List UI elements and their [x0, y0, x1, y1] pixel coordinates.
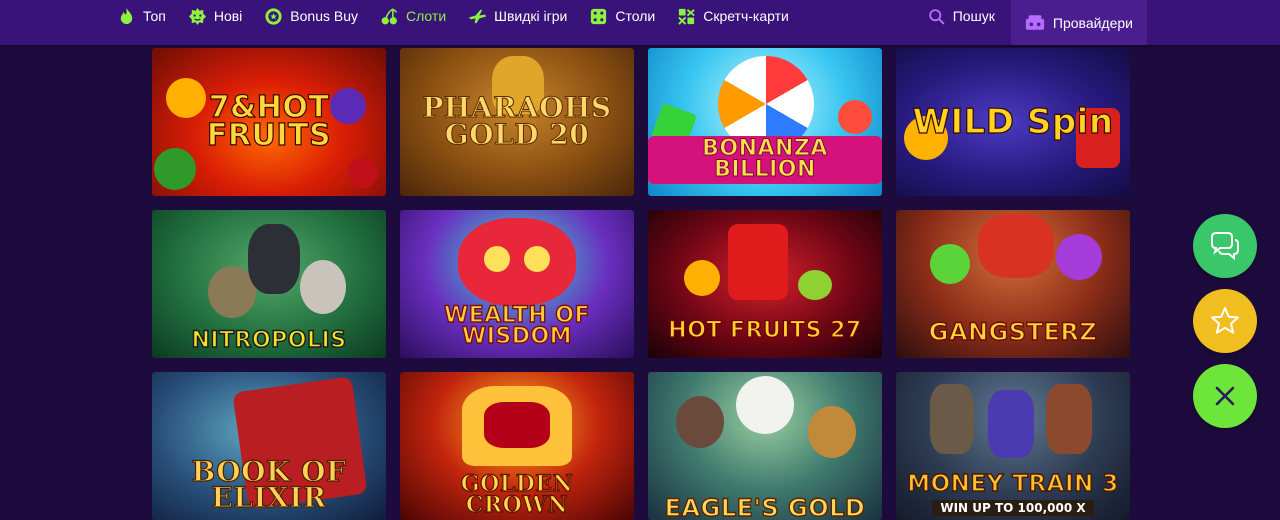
chat-button[interactable]: [1193, 214, 1257, 278]
providers-label: Провайдери: [1052, 14, 1133, 31]
nav-item-scratch-cards[interactable]: Скретч-карти: [677, 7, 789, 26]
search-label: Пошук: [952, 8, 995, 24]
nav-right-group: Пошук Провайдери: [928, 0, 1280, 45]
nav-item-label: Скретч-карти: [703, 8, 789, 24]
nav-item-fast-games[interactable]: Швидкі ігри: [468, 7, 567, 26]
nav-item-label: Нові: [213, 8, 243, 24]
new-badge-icon: [188, 7, 206, 25]
close-icon: [1215, 386, 1235, 406]
category-menu: Топ Нові Bonus Buy Слоти Швидкі ігри Сто…: [117, 0, 811, 32]
cherries-icon: [381, 7, 398, 24]
search-button[interactable]: Пошук: [928, 0, 1011, 32]
dice-icon: [591, 8, 607, 24]
nav-item-label: Топ: [143, 8, 166, 24]
game-title: 7&HOT FRUITS: [206, 89, 332, 153]
game-title: MONEY TRAIN 3: [907, 471, 1119, 498]
nav-item-label: Bonus Buy: [290, 8, 358, 24]
star-icon: [1211, 307, 1239, 334]
nav-item-new[interactable]: Нові: [188, 7, 242, 26]
nav-item-top[interactable]: Топ: [117, 7, 166, 26]
game-tile-wild-spin[interactable]: WILD Spin: [896, 48, 1130, 196]
game-tile-eagles-gold[interactable]: EAGLE'S GOLD: [648, 372, 882, 520]
scratch-card-icon: [678, 8, 695, 25]
game-tile-money-train-3[interactable]: MONEY TRAIN 3 WIN UP TO 100,000 X: [896, 372, 1130, 520]
search-icon: [928, 8, 945, 24]
game-title: WEALTH OF WISDOM: [443, 303, 590, 350]
plane-icon: [469, 9, 487, 23]
bonus-coin-icon: [265, 7, 282, 25]
game-tile-gangsterz[interactable]: GANGSTERZ: [896, 210, 1130, 358]
nav-item-tables[interactable]: Столи: [589, 7, 655, 26]
close-button[interactable]: [1193, 364, 1257, 428]
game-tile-pharaohs-gold-20[interactable]: PHARAOHS GOLD 20: [400, 48, 634, 196]
game-title: GOLDEN CROWN: [460, 471, 574, 519]
game-tile-nitropolis[interactable]: NITROPOLIS: [152, 210, 386, 358]
nav-item-slots[interactable]: Слоти: [380, 7, 446, 26]
game-tile-wealth-of-wisdom[interactable]: WEALTH OF WISDOM: [400, 210, 634, 358]
game-tile-hot-fruits-27[interactable]: HOT FRUITS 27: [648, 210, 882, 358]
game-tile-bonanza-billion[interactable]: BONANZA BILLION: [648, 48, 882, 196]
game-tile-golden-crown[interactable]: GOLDEN CROWN: [400, 372, 634, 520]
providers-button[interactable]: Провайдери: [1010, 0, 1147, 45]
game-title: PHARAOHS GOLD 20: [422, 91, 612, 151]
game-grid: 7&HOT FRUITS PHARAOHS GOLD 20 BONANZA BI…: [152, 48, 1130, 520]
nav-item-label: Швидкі ігри: [494, 8, 568, 24]
nav-item-label: Столи: [615, 8, 656, 24]
nav-item-label: Слоти: [406, 8, 447, 24]
game-subtitle: WIN UP TO 100,000 X: [932, 500, 1094, 516]
game-title: BOOK OF ELIXIR: [191, 454, 347, 515]
game-title: GANGSTERZ: [928, 318, 1098, 347]
chat-bubbles-icon: [1211, 232, 1239, 261]
providers-icon: [1025, 15, 1044, 30]
game-tile-book-of-elixir[interactable]: BOOK OF ELIXIR: [152, 372, 386, 520]
game-title: NITROPOLIS: [191, 328, 347, 354]
favorites-button[interactable]: [1193, 289, 1257, 353]
top-navigation: Топ Нові Bonus Buy Слоти Швидкі ігри Сто…: [0, 0, 1280, 45]
game-title: HOT FRUITS 27: [668, 318, 862, 344]
game-title: BONANZA BILLION: [648, 136, 882, 184]
game-tile-7-hot-fruits[interactable]: 7&HOT FRUITS: [152, 48, 386, 196]
flame-icon: [120, 7, 133, 24]
nav-item-bonus-buy[interactable]: Bonus Buy: [264, 7, 358, 26]
game-title: WILD Spin: [912, 101, 1114, 142]
